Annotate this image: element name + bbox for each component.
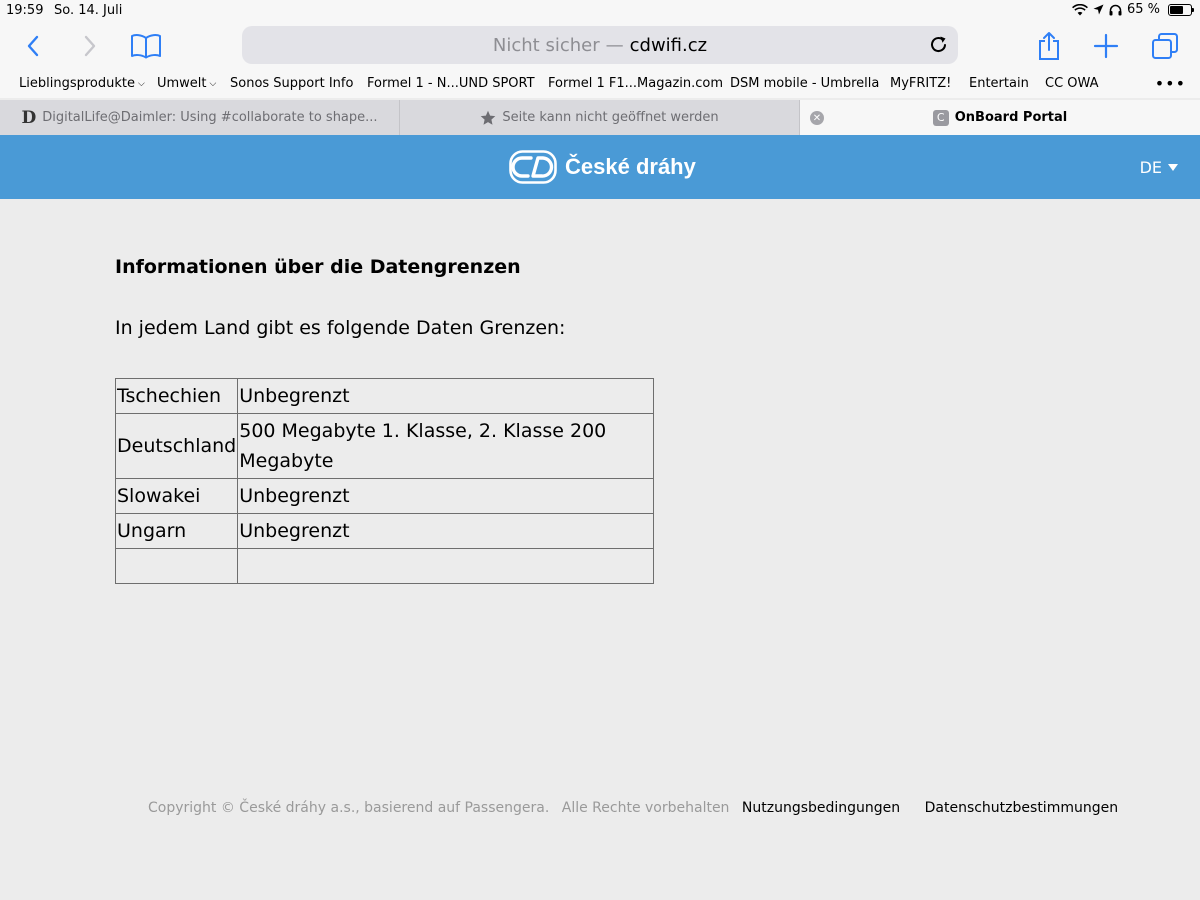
tab-title: OnBoard Portal [954,110,1068,125]
table-row: Tschechien Unbegrenzt [114,378,654,414]
cdwifi-favicon: C [932,109,949,126]
back-icon [27,35,39,57]
bookmark-lieblingsprodukte[interactable]: Lieblingsprodukte ⌵ [19,76,145,91]
data-limits-table: Tschechien Unbegrenzt Deutschland 500 Megab… [114,378,654,584]
site-footer: Copyright © České dráhy a.s., basierend … [148,800,1118,816]
language-label: DE [1139,158,1162,177]
country-cell: Ungarn [114,513,239,549]
bookmark-formel1-n[interactable]: Formel 1 - N...UND SPORT [367,76,535,91]
limit-cell: Unbegrenzt [237,513,654,549]
share-button[interactable] [1032,30,1066,62]
limit-cell [237,548,654,584]
status-time: 19:59 [6,3,44,18]
browser-toolbar: Nicht sicher — cdwifi.cz [0,22,1200,70]
bookmark-sonos[interactable]: Sonos Support Info [230,76,353,91]
terms-link[interactable]: Nutzungsbedingungen [742,800,900,816]
limit-cell: Unbegrenzt [237,378,654,414]
security-label: Nicht sicher [492,34,600,56]
table-row: Deutschland 500 Megabyte 1. Klasse, 2. Kl… [114,413,654,479]
bookmark-label: Umwelt [157,76,207,91]
forward-button[interactable] [73,30,107,62]
wifi-icon [1072,3,1088,15]
status-bar: 19:59 So. 14. Juli 65 % [0,0,1200,22]
bookmarks-bar: Lieblingsprodukte ⌵ Umwelt ⌵ Sonos Support… [0,70,1200,98]
reload-icon[interactable] [928,34,950,56]
forward-icon [84,35,96,57]
bookmark-entertain[interactable]: Entertain [969,76,1029,91]
new-tab-icon [1093,33,1119,59]
tab-title: Seite kann nicht geöffnet werden [502,110,719,125]
cd-logo-icon [509,150,557,184]
close-tab-icon[interactable]: ✕ [810,111,824,125]
location-icon [1093,4,1104,15]
bookmark-umwelt[interactable]: Umwelt ⌵ [157,76,216,91]
table-row [114,548,654,584]
limit-cell: Unbegrenzt [237,478,654,514]
bookmark-cc-owa[interactable]: CC OWA [1045,76,1099,91]
country-cell: Slowakei [114,478,239,514]
star-icon [480,110,496,126]
bookmark-dsm-mobile[interactable]: DSM mobile - Umbrella [730,76,879,91]
bookmark-myfritz[interactable]: MyFRITZ! [890,76,951,91]
tab-bar: D DigitalLife@Daimler: Using #collaborat… [0,100,1200,135]
site-header: České dráhy DE [0,135,1200,199]
limit-cell: 500 Megabyte 1. Klasse, 2. Klasse 200 Me… [237,413,654,479]
brand-name: České dráhy [565,154,696,179]
tab-onboard-portal[interactable]: ✕ C OnBoard Portal [800,100,1200,135]
status-indicators: 65 % [1072,2,1194,17]
tab-title: DigitalLife@Daimler: Using #collaborate … [42,110,378,125]
more-bookmarks-icon[interactable]: ••• [1155,74,1186,93]
new-tab-button[interactable] [1089,30,1123,62]
tab-digitallife[interactable]: D DigitalLife@Daimler: Using #collaborat… [0,100,400,135]
country-cell: Tschechien [114,378,239,414]
privacy-link[interactable]: Datenschutzbestimmungen [925,800,1118,816]
address-separator: — [605,34,624,56]
page-title: Informationen über die Datengrenzen [115,256,521,278]
bookmark-formel1-f1[interactable]: Formel 1 F1...Magazin.com [548,76,723,91]
bookmarks-icon [131,34,161,59]
bookmark-label: Lieblingsprodukte [19,76,135,91]
table-row: Ungarn Unbegrenzt [114,513,654,549]
address-bar[interactable]: Nicht sicher — cdwifi.cz [242,26,958,64]
address-host: cdwifi.cz [629,34,708,56]
language-selector[interactable]: DE [1140,158,1178,177]
battery-icon [1168,3,1194,16]
ceske-drahy-logo[interactable]: České dráhy [509,150,696,184]
rights-text: Alle Rechte vorbehalten [561,800,730,816]
chevron-down-icon: ⌵ [209,79,217,89]
chevron-down-icon: ⌵ [137,79,145,89]
table-row: Slowakei Unbegrenzt [114,478,654,514]
share-icon [1039,32,1059,60]
main-content: Informationen über die Datengrenzen In j… [114,256,915,584]
tabs-overview-button[interactable] [1148,30,1182,62]
copyright-text: Copyright © České dráhy a.s., basierend … [148,800,550,816]
battery-percent: 65 % [1126,2,1160,17]
tab-error-page[interactable]: Seite kann nicht geöffnet werden [400,100,800,135]
headphones-icon [1109,4,1122,15]
bookmarks-button[interactable] [129,30,163,62]
country-cell: Deutschland [114,413,239,479]
intro-text: In jedem Land gibt es folgende Daten Gre… [115,317,566,339]
status-date: So. 14. Juli [54,3,123,18]
caret-down-icon [1168,164,1178,171]
country-cell [114,548,239,584]
back-button[interactable] [16,30,50,62]
daimler-favicon: D [21,107,37,128]
battery-level [1170,5,1183,14]
tabs-overview-icon [1152,33,1178,59]
